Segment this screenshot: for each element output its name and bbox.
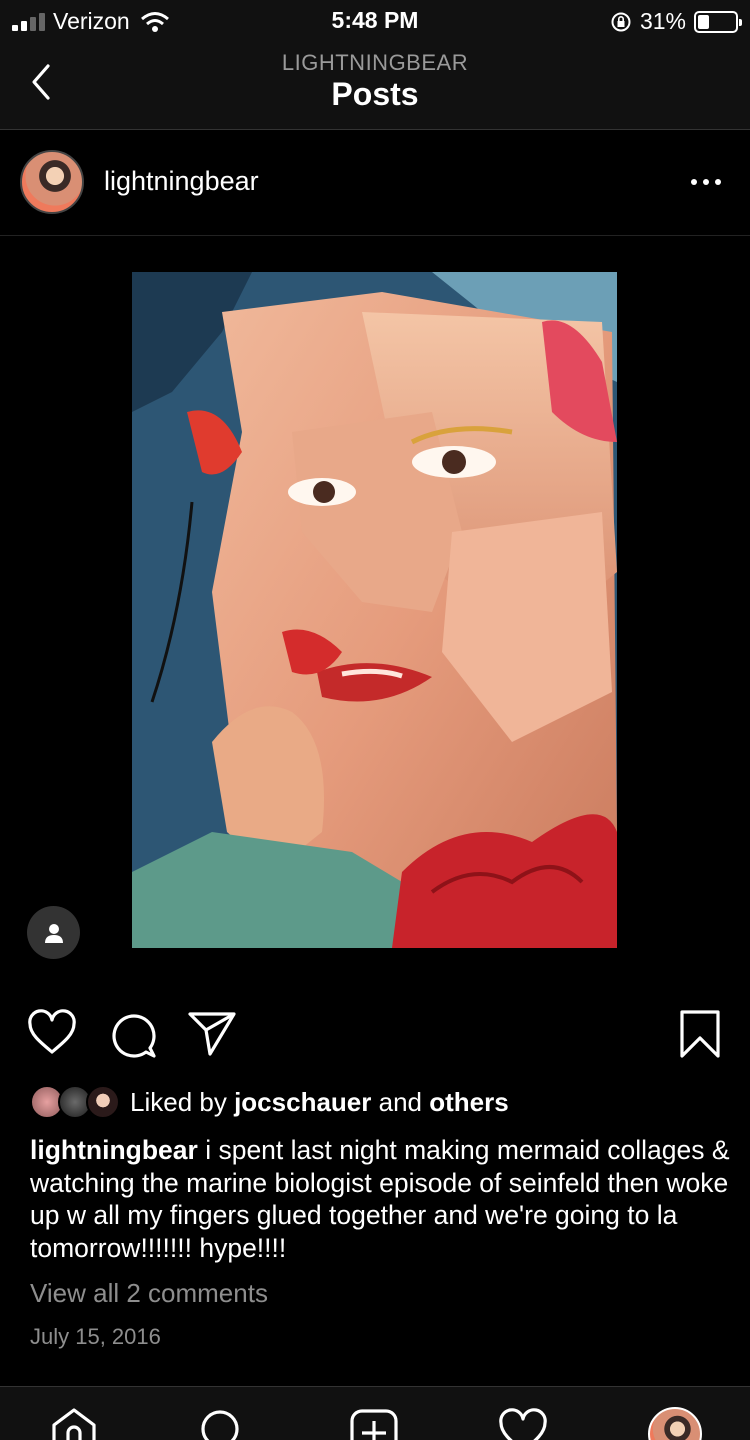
likes-text[interactable]: Liked by jocschauer and others — [130, 1087, 509, 1118]
liker-avatars — [30, 1085, 122, 1119]
more-options-icon[interactable] — [686, 170, 726, 194]
orientation-lock-icon — [611, 12, 631, 31]
likes-row[interactable]: Liked by jocschauer and others — [30, 1084, 509, 1120]
liker-username[interactable]: jocschauer — [234, 1087, 371, 1117]
avatar — [86, 1085, 120, 1119]
person-icon — [44, 923, 63, 943]
profile-tab[interactable] — [648, 1407, 704, 1440]
activity-heart-icon[interactable] — [497, 1407, 549, 1440]
page-title: Posts — [331, 76, 419, 112]
share-icon[interactable] — [186, 1008, 238, 1058]
post-image[interactable] — [132, 272, 617, 948]
post-header: lightningbear — [0, 130, 750, 236]
post-actions — [0, 1008, 750, 1064]
comment-icon[interactable] — [106, 1008, 158, 1060]
instagram-post-screen: Verizon 5:48 PM 31% LIGHTNINGBEAR Posts — [0, 0, 750, 1440]
likes-others-link[interactable]: others — [429, 1087, 508, 1117]
view-comments-link[interactable]: View all 2 comments — [30, 1278, 268, 1309]
likes-prefix: Liked by — [130, 1086, 227, 1117]
bookmark-icon[interactable] — [678, 1008, 722, 1060]
tagged-people-button[interactable] — [27, 906, 80, 959]
avatar[interactable] — [20, 150, 84, 214]
status-bar: Verizon 5:48 PM 31% — [0, 0, 750, 42]
heart-icon[interactable] — [26, 1008, 78, 1058]
battery-percent: 31% — [639, 8, 686, 34]
status-right: 31% — [610, 8, 742, 35]
tab-bar — [0, 1386, 750, 1440]
post-image-area[interactable] — [0, 236, 750, 986]
battery-icon — [694, 10, 742, 33]
search-icon[interactable] — [195, 1407, 247, 1440]
caption-username[interactable]: lightningbear — [30, 1135, 198, 1165]
likes-connector: and — [378, 1086, 422, 1117]
home-icon[interactable] — [48, 1407, 100, 1440]
avatar — [648, 1407, 702, 1440]
post-caption: lightningbear i spent last night making … — [30, 1134, 730, 1264]
post-username[interactable]: lightningbear — [104, 166, 259, 197]
nav-header: LIGHTNINGBEAR Posts — [0, 42, 750, 130]
post-date: July 15, 2016 — [30, 1324, 161, 1349]
nav-subtitle: LIGHTNINGBEAR — [281, 50, 469, 75]
add-post-icon[interactable] — [348, 1407, 400, 1440]
